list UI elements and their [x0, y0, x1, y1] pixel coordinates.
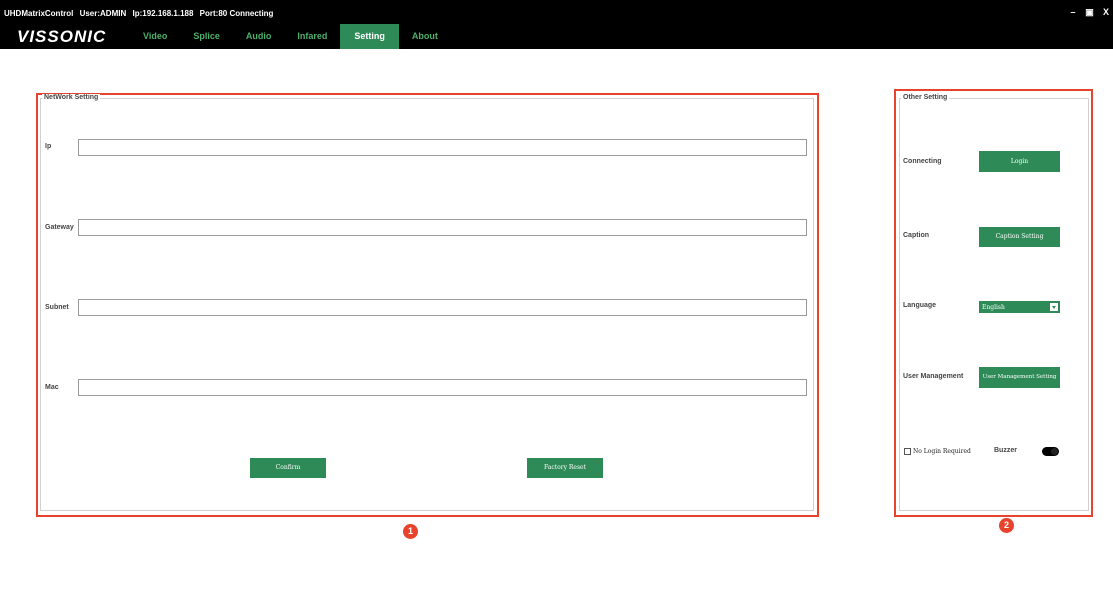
mac-label: Mac	[45, 384, 59, 391]
ip-label: Ip	[45, 143, 52, 150]
caption-label: Caption	[903, 232, 930, 239]
port-status: Port:80 Connecting	[199, 9, 274, 18]
gateway-label: Gateway	[45, 224, 74, 231]
window-controls: – ▣ X	[1066, 7, 1113, 18]
tab-splice[interactable]: Splice	[180, 24, 233, 49]
marker-2: 2	[999, 518, 1014, 533]
subnet-input[interactable]	[78, 299, 807, 316]
connecting-label: Connecting	[903, 158, 942, 165]
mac-input[interactable]	[78, 379, 807, 396]
language-label: Language	[903, 302, 937, 309]
buzzer-toggle[interactable]	[1042, 447, 1059, 456]
tab-about[interactable]: About	[399, 24, 451, 49]
chevron-down-icon	[1050, 303, 1058, 311]
minimize-button[interactable]: –	[1066, 7, 1080, 17]
no-login-label: No Login Required	[913, 448, 971, 455]
tab-video[interactable]: Video	[130, 24, 180, 49]
tab-setting[interactable]: Setting	[340, 24, 399, 49]
user-management-setting-button[interactable]: User Management Setting	[979, 367, 1060, 388]
buzzer-label: Buzzer	[994, 447, 1017, 454]
ip-info: Ip:192.168.1.188	[132, 9, 194, 18]
no-login-checkbox[interactable]	[904, 448, 911, 455]
network-setting-title: NetWork Setting	[42, 94, 101, 101]
user-management-label: User Management	[903, 373, 964, 380]
factory-reset-button[interactable]: Factory Reset	[527, 458, 603, 478]
brand-logo: VISSONIC	[17, 27, 107, 46]
caption-setting-button[interactable]: Caption Setting	[979, 227, 1060, 247]
title-bar: UHDMatrixControl User:ADMIN Ip:192.168.1…	[0, 0, 1113, 49]
connection-info: UHDMatrixControl User:ADMIN Ip:192.168.1…	[4, 9, 277, 18]
tab-infared[interactable]: Infared	[284, 24, 340, 49]
subnet-label: Subnet	[45, 304, 69, 311]
ip-input[interactable]	[78, 139, 807, 156]
login-button[interactable]: Login	[979, 151, 1060, 172]
language-select[interactable]: English	[979, 301, 1060, 313]
close-button[interactable]: X	[1099, 7, 1113, 17]
other-setting-title: Other Setting	[901, 94, 950, 101]
confirm-button[interactable]: Confirm	[250, 458, 326, 478]
user-info: User:ADMIN	[79, 9, 127, 18]
gateway-input[interactable]	[78, 219, 807, 236]
marker-1: 1	[403, 524, 418, 539]
language-value: English	[982, 304, 1005, 311]
main-nav: Video Splice Audio Infared Setting About	[130, 24, 451, 49]
restore-button[interactable]: ▣	[1082, 7, 1096, 18]
tab-audio[interactable]: Audio	[233, 24, 285, 49]
app-name: UHDMatrixControl	[4, 9, 74, 18]
